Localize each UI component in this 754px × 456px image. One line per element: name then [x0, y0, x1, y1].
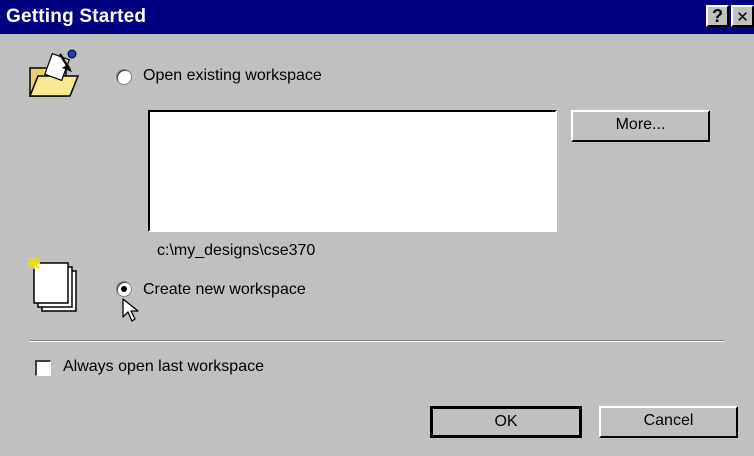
workspace-path: c:\my_designs\cse370 — [157, 242, 316, 259]
always-open-checkbox[interactable] — [35, 360, 51, 376]
close-icon: ✕ — [736, 9, 749, 26]
new-workspace-icon — [28, 257, 77, 312]
open-existing-label[interactable]: Open existing workspace — [143, 67, 322, 85]
always-open-label[interactable]: Always open last workspace — [63, 358, 264, 376]
mouse-cursor-icon — [122, 298, 139, 322]
ok-button-label: OK — [494, 413, 518, 430]
close-button[interactable]: ✕ — [731, 5, 754, 27]
radio-selected-dot — [121, 286, 127, 292]
open-existing-radio[interactable] — [116, 69, 132, 85]
create-new-radio[interactable] — [116, 281, 132, 297]
help-icon: ? — [712, 6, 723, 26]
more-button-label: More... — [615, 116, 666, 133]
create-new-label[interactable]: Create new workspace — [143, 281, 306, 299]
workspace-list[interactable] — [148, 110, 557, 232]
open-folder-icon — [28, 49, 80, 97]
cancel-button[interactable]: Cancel — [599, 406, 738, 438]
more-button[interactable]: More... — [571, 110, 710, 142]
help-button[interactable]: ? — [706, 5, 729, 27]
separator — [30, 340, 724, 342]
window-title: Getting Started — [6, 6, 147, 27]
ok-button[interactable]: OK — [430, 406, 582, 438]
title-bar[interactable]: Getting Started ? ✕ — [0, 0, 754, 34]
cancel-button-label: Cancel — [643, 412, 694, 429]
getting-started-dialog: Getting Started ? ✕ Open existing worksp… — [0, 0, 754, 456]
